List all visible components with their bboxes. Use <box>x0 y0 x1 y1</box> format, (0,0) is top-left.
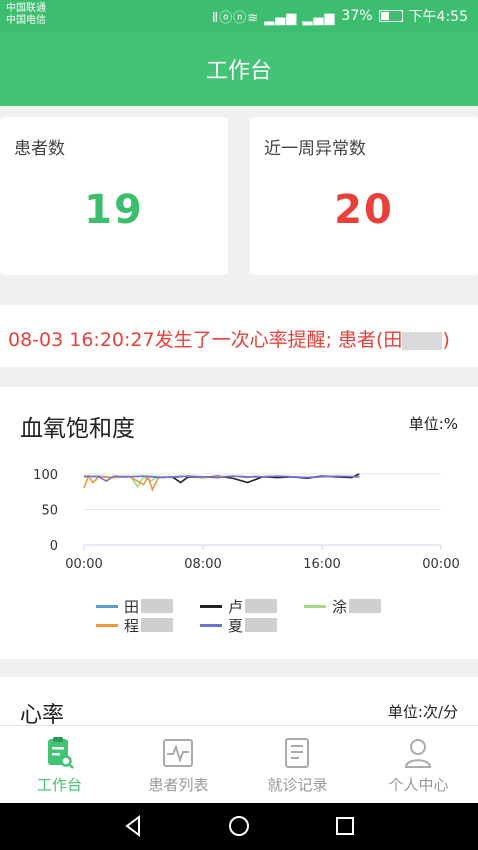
patient-count-label: 患者数 <box>14 139 65 159</box>
battery-icon <box>378 10 403 22</box>
clipboard-icon <box>48 737 74 769</box>
anomaly-count-card[interactable]: 近一周异常数 20 <box>250 117 478 275</box>
user-icon <box>404 739 432 768</box>
legend-swatch <box>200 604 222 608</box>
page-title: 工作台 <box>205 59 272 84</box>
legend-swatch <box>304 604 326 608</box>
tab-workbench-label: 工作台 <box>36 776 82 794</box>
series-line-夏 <box>83 475 360 483</box>
redacted-name <box>402 331 443 350</box>
legend-label: 涂 <box>332 597 348 616</box>
signal-icons: Ⅱⓞⓝ≋ ▂▄▆ ▂▄▆ <box>211 10 336 26</box>
y-tick-label: 100 <box>33 468 58 483</box>
document-icon <box>285 738 309 768</box>
legend-redacted <box>245 599 278 613</box>
tab-profile-label: 个人中心 <box>388 776 449 794</box>
legend-label: 夏 <box>228 616 244 635</box>
recents-icon[interactable] <box>332 813 358 839</box>
carrier-2: 中国电信 <box>6 15 46 26</box>
patient-count-value: 19 <box>84 187 144 233</box>
alert-text-prefix: 08-03 16:20:27发生了一次心率提醒; 患者(田 <box>8 329 403 351</box>
x-tick-label: 00:00 <box>65 557 102 572</box>
carrier-info: 中国联通 中国电信 <box>6 3 46 27</box>
legend-redacted <box>349 599 382 613</box>
alert-text-suffix: ) <box>442 329 450 351</box>
x-tick-label: 08:00 <box>184 557 221 572</box>
legend-redacted <box>245 618 278 632</box>
tab-visit-records-label: 就诊记录 <box>267 776 328 794</box>
tab-profile[interactable]: 个人中心 <box>359 726 478 804</box>
tab-patient-list[interactable]: 患者列表 <box>119 726 238 804</box>
patient-count-card[interactable]: 患者数 19 <box>0 117 228 275</box>
tab-workbench[interactable]: 工作台 <box>0 726 119 804</box>
legend-swatch <box>96 623 118 627</box>
legend-swatch <box>96 604 118 608</box>
y-tick-label: 50 <box>41 504 58 519</box>
tab-patient-list-label: 患者列表 <box>148 776 209 794</box>
home-icon[interactable] <box>226 813 252 839</box>
legend-label: 卢 <box>228 597 244 616</box>
carrier-1: 中国联通 <box>6 3 46 14</box>
legend-label: 程 <box>124 616 140 635</box>
battery-percent: 37% <box>341 8 373 24</box>
legend-item[interactable]: 夏 <box>200 616 278 635</box>
alert-marquee[interactable]: 08-03 16:20:27发生了一次心率提醒; 患者(田) <box>0 305 478 367</box>
legend-item[interactable]: 程 <box>96 616 174 635</box>
status-right: Ⅱⓞⓝ≋ ▂▄▆ ▂▄▆ 37% 下午4:55 <box>212 6 468 26</box>
status-bar: 中国联通 中国电信 Ⅱⓞⓝ≋ ▂▄▆ ▂▄▆ 37% 下午4:55 <box>0 0 478 32</box>
x-tick-label: 00:00 <box>422 557 459 572</box>
legend-item[interactable]: 卢 <box>200 597 278 616</box>
series-line-卢 <box>172 473 360 484</box>
back-icon[interactable] <box>120 813 146 839</box>
legend-swatch <box>200 623 222 627</box>
bottom-tab-bar: 工作台 患者列表 就诊记录 个人中心 <box>0 725 478 804</box>
anomaly-count-value: 20 <box>334 187 394 233</box>
clock: 下午4:55 <box>408 9 468 25</box>
legend-redacted <box>141 599 174 613</box>
y-tick-label: 0 <box>50 539 58 554</box>
spo2-chart-card: 血氧饱和度 单位:% 0 50 100 00:00 08:00 16:00 00:00 田卢… <box>0 387 478 659</box>
legend-item[interactable]: 田 <box>96 597 174 616</box>
tab-visit-records[interactable]: 就诊记录 <box>238 726 357 804</box>
x-tick-label: 16:00 <box>303 557 340 572</box>
stats-section: 患者数 19 近一周异常数 20 <box>0 117 478 275</box>
heartbeat-monitor-icon <box>163 739 193 767</box>
system-nav-bar <box>0 803 478 850</box>
legend-label: 田 <box>124 597 140 616</box>
heart-rate-unit: 单位:次/分 <box>387 703 458 721</box>
legend-redacted <box>141 618 174 632</box>
app-header: 工作台 <box>0 32 478 106</box>
legend-item[interactable]: 涂 <box>304 597 382 616</box>
alert-text: 08-03 16:20:27发生了一次心率提醒; 患者(田) <box>8 325 450 352</box>
anomaly-count-label: 近一周异常数 <box>264 139 366 159</box>
